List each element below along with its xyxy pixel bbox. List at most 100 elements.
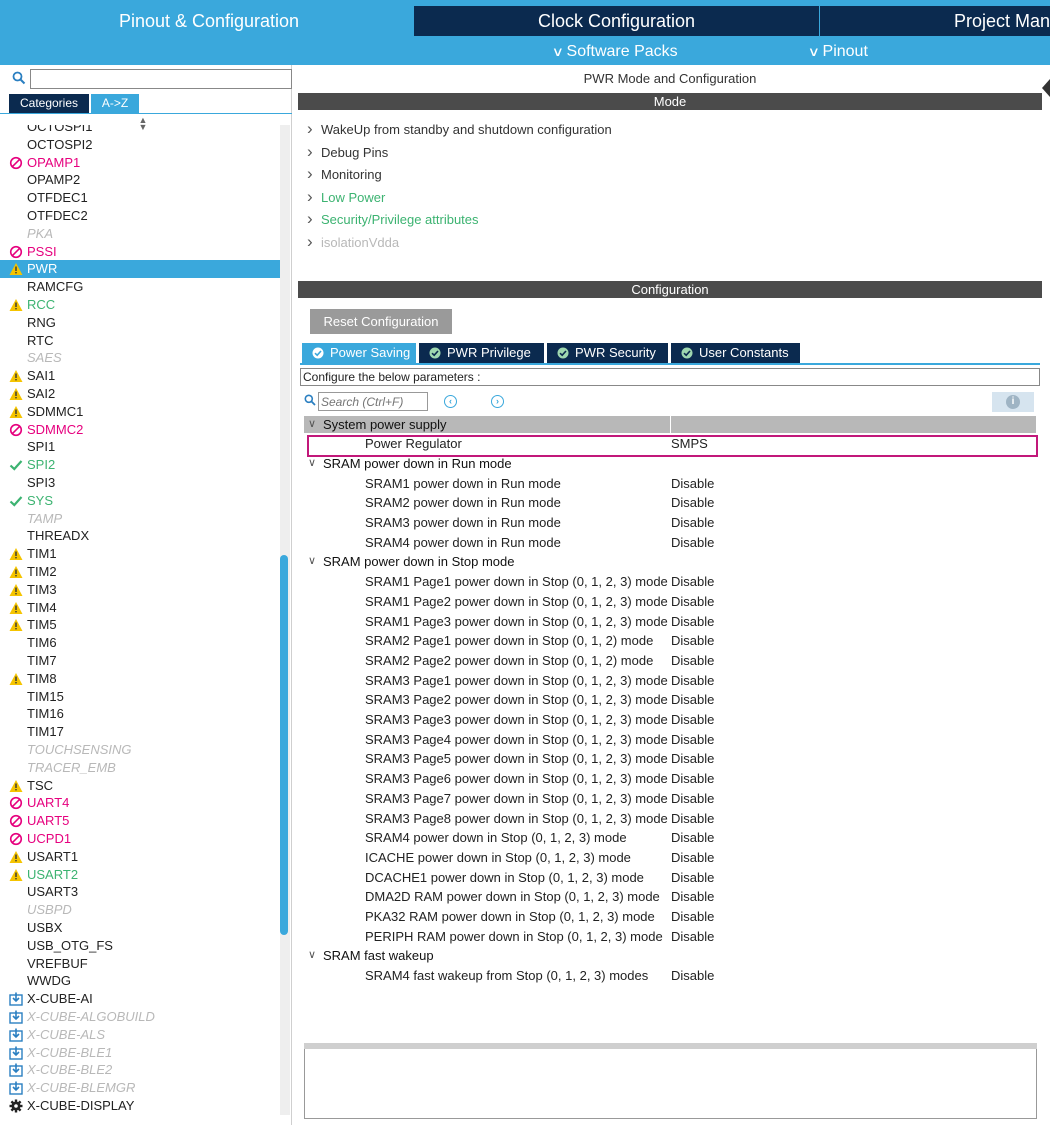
sidebar-item-spi1[interactable]: SPI1 [0, 438, 280, 456]
parameter-value[interactable]: Disable [671, 749, 714, 769]
description-box-splitter[interactable] [304, 1043, 1037, 1049]
tree-row[interactable]: SRAM2 power down in Run mode Disable [304, 493, 1036, 513]
parameter-value[interactable]: Disable [671, 809, 714, 829]
parameter-value[interactable]: Disable [671, 631, 714, 651]
sidebar-item-tim4[interactable]: TIM4 [0, 599, 280, 617]
sidebar-item-tim3[interactable]: TIM3 [0, 581, 280, 599]
parameter-value[interactable]: Disable [671, 612, 714, 632]
sidebar-item-tracer-emb[interactable]: TRACER_EMB [0, 759, 280, 777]
parameter-value[interactable]: Disable [671, 769, 714, 789]
sidebar-item-tim16[interactable]: TIM16 [0, 705, 280, 723]
tree-group-system-power-supply[interactable]: ∨ System power supply [304, 415, 1036, 435]
sidebar-item-pka[interactable]: PKA [0, 225, 280, 243]
sidebar-item-usart3[interactable]: USART3 [0, 883, 280, 901]
sidebar-item-usb-otg-fs[interactable]: USB_OTG_FS [0, 937, 280, 955]
tree-group-sram-power-down-in-stop-mode[interactable]: ∨ SRAM power down in Stop mode [304, 552, 1036, 572]
sidebar-item-sdmmc2[interactable]: SDMMC2 [0, 421, 280, 439]
sidebar-item-spi3[interactable]: SPI3 [0, 474, 280, 492]
tab-pinout-configuration[interactable]: Pinout & Configuration [5, 6, 413, 36]
collapse-arrow-icon[interactable] [1042, 79, 1050, 97]
tree-row[interactable]: SRAM2 Page2 power down in Stop (0, 1, 2)… [304, 651, 1036, 671]
sidebar-item-tim15[interactable]: TIM15 [0, 688, 280, 706]
sidebar-item-tim6[interactable]: TIM6 [0, 634, 280, 652]
parameter-search-input[interactable] [318, 392, 428, 411]
parameter-value[interactable]: Disable [671, 493, 714, 513]
mode-item-debug-pins[interactable]: › Debug Pins [307, 142, 388, 162]
tab-pwr-security[interactable]: PWR Security [547, 343, 668, 363]
parameter-value[interactable]: Disable [671, 789, 714, 809]
sidebar-item-x-cube-ble1[interactable]: X-CUBE-BLE1 [0, 1044, 280, 1062]
sidebar-item-uart5[interactable]: UART5 [0, 812, 280, 830]
sidebar-item-vrefbuf[interactable]: VREFBUF [0, 955, 280, 973]
sidebar-item-pwr[interactable]: PWR [0, 260, 280, 279]
sidebar-item-x-cube-blemgr[interactable]: X-CUBE-BLEMGR [0, 1079, 280, 1097]
mode-item-low-power[interactable]: › Low Power [307, 187, 385, 207]
parameter-value[interactable]: Disable [671, 671, 714, 691]
parameter-value[interactable]: Disable [671, 651, 714, 671]
parameter-value[interactable]: Disable [671, 474, 714, 494]
tab-clock-configuration[interactable]: Clock Configuration [414, 6, 819, 36]
sidebar-item-x-cube-display[interactable]: X-CUBE-DISPLAY [0, 1097, 280, 1115]
sidebar-item-sai2[interactable]: SAI2 [0, 385, 280, 403]
tree-row[interactable]: SRAM3 power down in Run mode Disable [304, 513, 1036, 533]
sidebar-item-usbpd[interactable]: USBPD [0, 901, 280, 919]
sidebar-item-tim8[interactable]: TIM8 [0, 670, 280, 688]
parameter-value[interactable]: Disable [671, 927, 714, 947]
parameter-value[interactable]: Disable [671, 828, 714, 848]
parameter-value[interactable]: Disable [671, 907, 714, 927]
sidebar-item-touchsensing[interactable]: TOUCHSENSING [0, 741, 280, 759]
tab-power-saving[interactable]: Power Saving [302, 343, 416, 363]
sidebar-item-octospi2[interactable]: OCTOSPI2 [0, 136, 280, 154]
software-packs-menu[interactable]: ∨ Software Packs [552, 39, 678, 65]
peripheral-search-input[interactable] [30, 69, 292, 89]
tree-row[interactable]: SRAM3 Page3 power down in Stop (0, 1, 2,… [304, 710, 1036, 730]
sidebar-item-pssi[interactable]: PSSI [0, 243, 280, 261]
tree-row[interactable]: SRAM3 Page8 power down in Stop (0, 1, 2,… [304, 809, 1036, 829]
sidebar-item-ucpd1[interactable]: UCPD1 [0, 830, 280, 848]
parameter-value[interactable]: Disable [671, 710, 714, 730]
sidebar-item-tim1[interactable]: TIM1 [0, 545, 280, 563]
sidebar-item-rcc[interactable]: RCC [0, 296, 280, 314]
tree-row[interactable]: DMA2D RAM power down in Stop (0, 1, 2, 3… [304, 887, 1036, 907]
sidebar-item-x-cube-ai[interactable]: X-CUBE-AI [0, 990, 280, 1008]
parameter-value[interactable]: Disable [671, 533, 714, 553]
sidebar-item-sys[interactable]: SYS [0, 492, 280, 510]
sidebar-item-tim2[interactable]: TIM2 [0, 563, 280, 581]
sidebar-item-tim17[interactable]: TIM17 [0, 723, 280, 741]
sidebar-item-otfdec1[interactable]: OTFDEC1 [0, 189, 280, 207]
sidebar-item-x-cube-als[interactable]: X-CUBE-ALS [0, 1026, 280, 1044]
parameter-value[interactable]: Disable [671, 887, 714, 907]
sidebar-item-x-cube-algobuild[interactable]: X-CUBE-ALGOBUILD [0, 1008, 280, 1026]
tree-row[interactable]: SRAM3 Page6 power down in Stop (0, 1, 2,… [304, 769, 1036, 789]
sidebar-item-octospi1[interactable]: OCTOSPI1 [0, 125, 280, 136]
tab-project-manager[interactable]: Project Manager [820, 6, 1050, 36]
sidebar-item-ramcfg[interactable]: RAMCFG [0, 278, 280, 296]
sidebar-item-opamp2[interactable]: OPAMP2 [0, 171, 280, 189]
tree-row[interactable]: SRAM4 power down in Stop (0, 1, 2, 3) mo… [304, 828, 1036, 848]
parameter-value[interactable]: Disable [671, 966, 714, 986]
parameter-value[interactable]: Disable [671, 592, 714, 612]
sidebar-item-saes[interactable]: SAES [0, 349, 280, 367]
sidebar-item-usart1[interactable]: USART1 [0, 848, 280, 866]
tree-row[interactable]: SRAM1 Page1 power down in Stop (0, 1, 2,… [304, 572, 1036, 592]
tree-row[interactable]: PERIPH RAM power down in Stop (0, 1, 2, … [304, 927, 1036, 947]
tab-user-constants[interactable]: User Constants [671, 343, 800, 363]
sidebar-item-tim7[interactable]: TIM7 [0, 652, 280, 670]
sidebar-item-rng[interactable]: RNG [0, 314, 280, 332]
reset-configuration-button[interactable]: Reset Configuration [310, 309, 452, 334]
sidebar-item-otfdec2[interactable]: OTFDEC2 [0, 207, 280, 225]
sidebar-item-rtc[interactable]: RTC [0, 332, 280, 350]
sidebar-item-usart2[interactable]: USART2 [0, 866, 280, 884]
parameter-value[interactable]: Disable [671, 730, 714, 750]
sidebar-item-sdmmc1[interactable]: SDMMC1 [0, 403, 280, 421]
tree-row[interactable]: SRAM1 power down in Run mode Disable [304, 474, 1036, 494]
tree-row[interactable]: SRAM3 Page1 power down in Stop (0, 1, 2,… [304, 671, 1036, 691]
tree-row[interactable]: SRAM4 power down in Run mode Disable [304, 533, 1036, 553]
tree-row[interactable]: SRAM3 Page4 power down in Stop (0, 1, 2,… [304, 730, 1036, 750]
mode-item-security-privilege-attributes[interactable]: › Security/Privilege attributes [307, 209, 479, 229]
tree-group-sram-power-down-in-run-mode[interactable]: ∨ SRAM power down in Run mode [304, 454, 1036, 474]
tree-row[interactable]: SRAM3 Page5 power down in Stop (0, 1, 2,… [304, 749, 1036, 769]
sidebar-item-uart4[interactable]: UART4 [0, 794, 280, 812]
parameter-value[interactable]: Disable [671, 690, 714, 710]
tree-row[interactable]: SRAM2 Page1 power down in Stop (0, 1, 2)… [304, 631, 1036, 651]
